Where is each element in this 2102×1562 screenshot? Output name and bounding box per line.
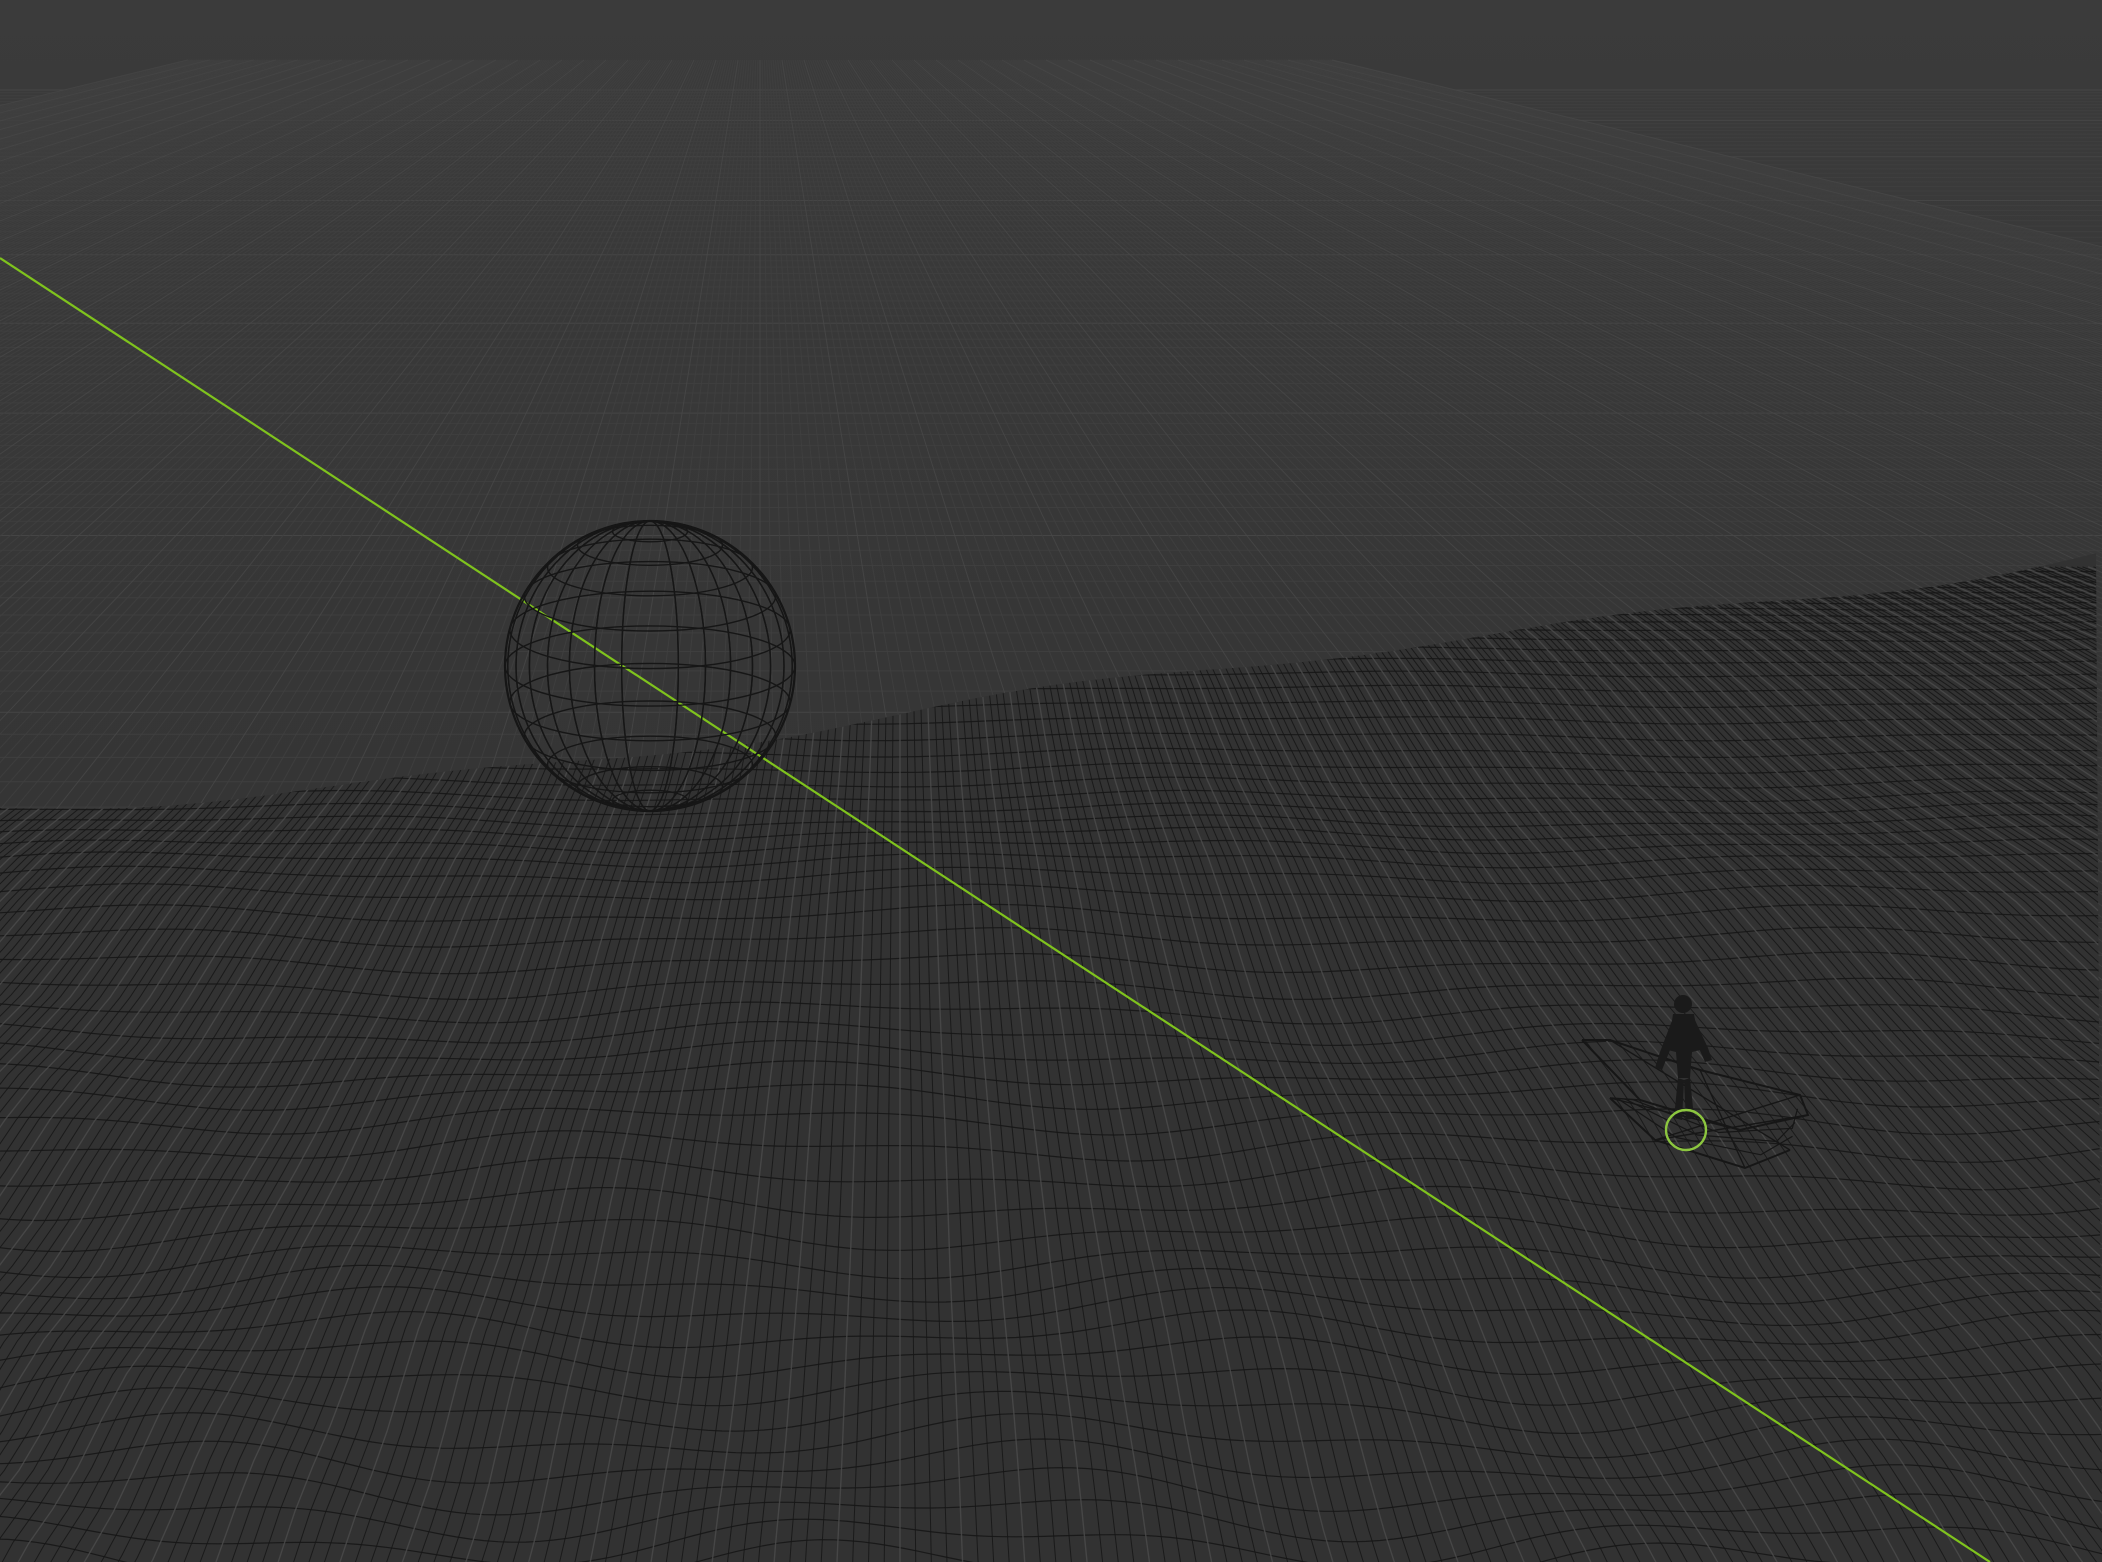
viewport-scene[interactable]	[0, 0, 2102, 1562]
3d-viewport[interactable]	[0, 0, 2102, 1562]
